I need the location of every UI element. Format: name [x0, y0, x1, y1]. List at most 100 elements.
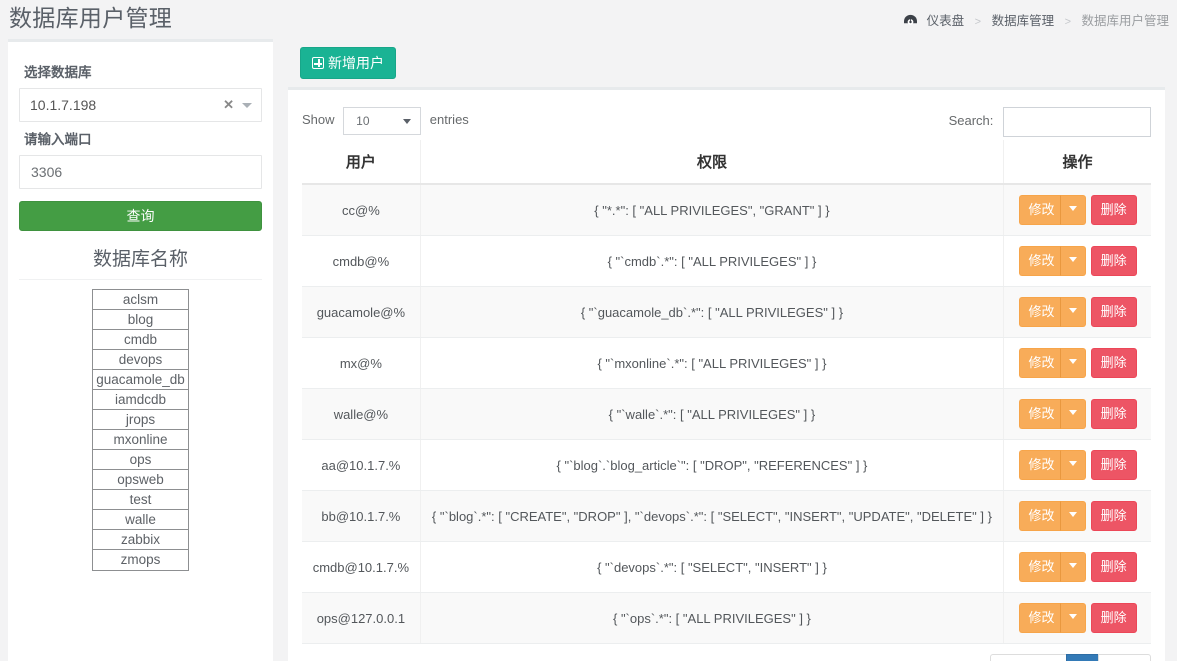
delete-button[interactable]: 删除	[1090, 195, 1137, 225]
column-header-privileges[interactable]: 权限	[420, 140, 1005, 185]
edit-dropdown-toggle[interactable]	[1059, 501, 1086, 531]
delete-button[interactable]: 删除	[1090, 246, 1137, 276]
cell-privileges: { "`guacamole_db`.*": [ "ALL PRIVILEGES"…	[420, 286, 1005, 338]
caret-down-icon	[1068, 308, 1077, 313]
edit-dropdown-toggle[interactable]	[1059, 297, 1086, 327]
page-length-label-after: entries	[429, 112, 469, 127]
edit-button[interactable]: 修改	[1018, 399, 1064, 429]
chevron-down-icon	[403, 118, 412, 124]
row-action-group: 修改 删除	[1018, 501, 1137, 531]
list-item[interactable]: mxonline	[93, 430, 188, 450]
cell-actions: 修改 删除	[1003, 184, 1151, 236]
cell-actions: 修改 删除	[1003, 439, 1151, 491]
cell-privileges: { "`mxonline`.*": [ "ALL PRIVILEGES" ] }	[420, 337, 1005, 389]
edit-button[interactable]: 修改	[1018, 297, 1064, 327]
cell-privileges: { "`blog`.`blog_article`": [ "DROP", "RE…	[420, 439, 1005, 491]
caret-down-icon	[1068, 410, 1077, 415]
search-label: Search:	[948, 113, 994, 128]
delete-button[interactable]: 删除	[1090, 399, 1137, 429]
pagination-page-1[interactable]: 1	[1066, 654, 1100, 661]
list-item[interactable]: jrops	[93, 410, 188, 430]
edit-button[interactable]: 修改	[1018, 552, 1064, 582]
table-row: cc@% { "*.*": [ "ALL PRIVILEGES", "GRANT…	[302, 184, 1151, 236]
cell-user: cmdb@%	[302, 235, 421, 287]
row-action-group: 修改 删除	[1018, 246, 1137, 276]
table-row: mx@% { "`mxonline`.*": [ "ALL PRIVILEGES…	[302, 337, 1151, 389]
list-item[interactable]: guacamole_db	[93, 370, 188, 390]
row-action-group: 修改 删除	[1018, 399, 1137, 429]
cell-actions: 修改 删除	[1003, 286, 1151, 338]
breadcrumb-item-db-management[interactable]: 数据库管理	[992, 14, 1055, 28]
list-item[interactable]: test	[93, 490, 188, 510]
list-item[interactable]: devops	[93, 350, 188, 370]
list-item[interactable]: iamdcdb	[93, 390, 188, 410]
query-button[interactable]: 查询	[19, 201, 262, 231]
edit-dropdown-toggle[interactable]	[1059, 246, 1086, 276]
breadcrumb: 仪表盘 > 数据库管理 > 数据库用户管理	[903, 13, 1169, 31]
cell-actions: 修改 删除	[1003, 541, 1151, 593]
divider	[19, 279, 262, 280]
table-row: cmdb@10.1.7.% { "`devops`.*": [ "SELECT"…	[302, 541, 1151, 593]
pagination-next[interactable]: Next	[1098, 654, 1151, 661]
database-name-heading: 数据库名称	[92, 249, 188, 270]
edit-dropdown-toggle[interactable]	[1059, 552, 1086, 582]
delete-button[interactable]: 删除	[1090, 603, 1137, 633]
caret-down-icon	[1068, 614, 1077, 619]
page-length-value: 10	[356, 113, 370, 128]
edit-dropdown-toggle[interactable]	[1059, 348, 1086, 378]
database-select[interactable]: 10.1.7.198 ✕	[19, 88, 262, 122]
table-row: aa@10.1.7.% { "`blog`.`blog_article`": […	[302, 439, 1151, 491]
delete-button[interactable]: 删除	[1090, 552, 1137, 582]
select-database-label: 选择数据库	[24, 65, 92, 80]
port-input[interactable]	[19, 155, 262, 189]
list-item[interactable]: ops	[93, 450, 188, 470]
cell-actions: 修改 删除	[1003, 337, 1151, 389]
clear-icon[interactable]: ✕	[223, 89, 234, 121]
page-length-label-before: Show	[302, 112, 335, 127]
cell-actions: 修改 删除	[1003, 490, 1151, 542]
list-item[interactable]: opsweb	[93, 470, 188, 490]
caret-down-icon	[1068, 563, 1077, 568]
list-item[interactable]: blog	[93, 310, 188, 330]
search-control: Search:	[949, 106, 1151, 137]
cell-user: ops@127.0.0.1	[302, 592, 421, 644]
edit-dropdown-toggle[interactable]	[1059, 195, 1086, 225]
page-length-select[interactable]: 10	[343, 106, 422, 135]
edit-dropdown-toggle[interactable]	[1059, 450, 1086, 480]
cell-privileges: { "`devops`.*": [ "SELECT", "INSERT" ] }	[420, 541, 1005, 593]
cell-actions: 修改 删除	[1003, 388, 1151, 440]
edit-dropdown-toggle[interactable]	[1059, 399, 1086, 429]
row-action-group: 修改 删除	[1018, 603, 1137, 633]
search-input[interactable]	[1003, 106, 1151, 137]
port-label: 请输入端口	[24, 132, 92, 147]
caret-down-icon	[1068, 257, 1077, 262]
column-header-actions[interactable]: 操作	[1003, 140, 1151, 185]
list-item[interactable]: zabbix	[93, 530, 188, 550]
chevron-down-icon[interactable]	[242, 103, 252, 108]
cell-user: cmdb@10.1.7.%	[302, 541, 421, 593]
list-item[interactable]: aclsm	[93, 290, 188, 310]
delete-button[interactable]: 删除	[1090, 450, 1137, 480]
breadcrumb-separator: >	[1064, 16, 1071, 28]
edit-button[interactable]: 修改	[1018, 450, 1064, 480]
edit-button[interactable]: 修改	[1018, 246, 1064, 276]
breadcrumb-item-dashboard[interactable]: 仪表盘	[927, 14, 965, 28]
database-selector-panel: 选择数据库 10.1.7.198 ✕ 请输入端口 查询 数据库名称 aclsm …	[8, 39, 273, 661]
list-item[interactable]: walle	[93, 510, 188, 530]
edit-button[interactable]: 修改	[1018, 348, 1064, 378]
delete-button[interactable]: 删除	[1090, 501, 1137, 531]
delete-button[interactable]: 删除	[1090, 297, 1137, 327]
pagination-previous[interactable]: Previous	[990, 654, 1068, 661]
add-user-button[interactable]: 新增用户	[300, 47, 396, 79]
edit-button[interactable]: 修改	[1018, 501, 1064, 531]
cell-user: mx@%	[302, 337, 421, 389]
edit-button[interactable]: 修改	[1018, 603, 1064, 633]
list-item[interactable]: cmdb	[93, 330, 188, 350]
cell-user: guacamole@%	[302, 286, 421, 338]
edit-dropdown-toggle[interactable]	[1059, 603, 1086, 633]
row-action-group: 修改 删除	[1018, 348, 1137, 378]
column-header-user[interactable]: 用户	[302, 140, 421, 185]
list-item[interactable]: zmops	[93, 550, 188, 570]
edit-button[interactable]: 修改	[1018, 195, 1064, 225]
delete-button[interactable]: 删除	[1090, 348, 1137, 378]
